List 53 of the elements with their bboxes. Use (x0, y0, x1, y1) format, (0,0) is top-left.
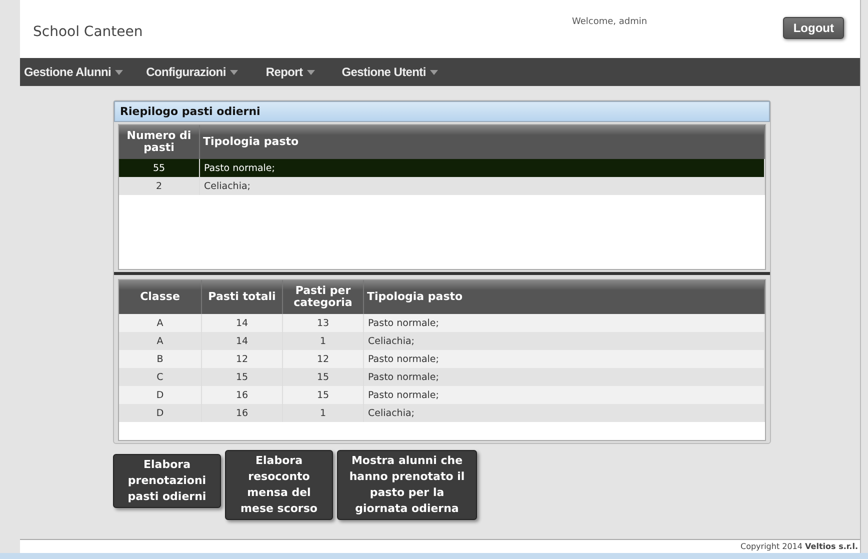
action-button[interactable]: Elabora prenotazioni pasti odierni (113, 454, 221, 508)
table-cell: 1 (282, 404, 364, 422)
column-header: Pasti totali (202, 280, 282, 314)
table-cell: Pasto normale; (364, 314, 764, 332)
column-header: Tipologia pasto (200, 125, 764, 159)
menu-item[interactable]: Gestione Utenti (342, 65, 438, 79)
table-cell: D (119, 386, 202, 404)
caret-icon (230, 70, 238, 74)
table-cell: Celiachia; (200, 177, 764, 195)
table-cell: 55 (119, 159, 200, 177)
caret-icon (430, 70, 438, 74)
table-cell: 14 (202, 332, 282, 350)
menu-item[interactable]: Gestione Alunni (24, 65, 124, 79)
table-cell: 13 (282, 314, 364, 332)
table-cell: A (119, 314, 202, 332)
table-cell: Celiachia; (364, 332, 764, 350)
caret-icon (306, 70, 315, 74)
table-cell: 15 (282, 386, 364, 404)
table-cell: Pasto normale; (364, 368, 764, 386)
caret-icon (115, 70, 124, 74)
table-cell: 15 (202, 368, 282, 386)
table-cell: C (119, 368, 202, 386)
table-row[interactable]: 55 Pasto normale; (119, 159, 764, 177)
column-header: Classe (119, 280, 202, 314)
table-cell: 15 (282, 368, 364, 386)
table-cell: 16 (202, 404, 282, 422)
action-button[interactable]: Mostra alunni che hanno prenotato il pasto per la giornata odierna (337, 450, 477, 520)
panel-title: Riepilogo pasti odierni (114, 101, 770, 122)
column-header: Pasti per categoria (282, 280, 364, 314)
splitter-handle[interactable] (114, 272, 770, 275)
table-cell: 1 (282, 332, 364, 350)
logout-button[interactable]: Logout (783, 17, 844, 39)
column-header: Tipologia pasto (364, 280, 764, 314)
site-title: School Canteen (33, 24, 143, 40)
table-cell: B (119, 350, 202, 368)
table-cell: 12 (202, 350, 282, 368)
action-button[interactable]: Elabora resoconto mensa del mese scorso (225, 450, 333, 520)
table-cell: Celiachia; (364, 404, 764, 422)
table-cell: 16 (202, 386, 282, 404)
table-cell: 2 (119, 177, 200, 195)
table-cell: A (119, 332, 202, 350)
menu-item[interactable]: Configurazioni (146, 65, 238, 79)
copyright-text: Copyright 2014 Veltios s.r.l. (740, 542, 858, 551)
table-cell: Pasto normale; (364, 350, 764, 368)
table-row[interactable]: 2 Celiachia; (119, 177, 764, 195)
table-cell: 14 (202, 314, 282, 332)
menu-item[interactable]: Report (266, 65, 315, 79)
table-cell: D (119, 404, 202, 422)
table-cell: Pasto normale; (200, 159, 764, 177)
welcome-text: Welcome, admin (572, 17, 648, 27)
column-header: Numero di pasti (119, 125, 200, 159)
table-cell: 12 (282, 350, 364, 368)
table-cell: Pasto normale; (364, 386, 764, 404)
